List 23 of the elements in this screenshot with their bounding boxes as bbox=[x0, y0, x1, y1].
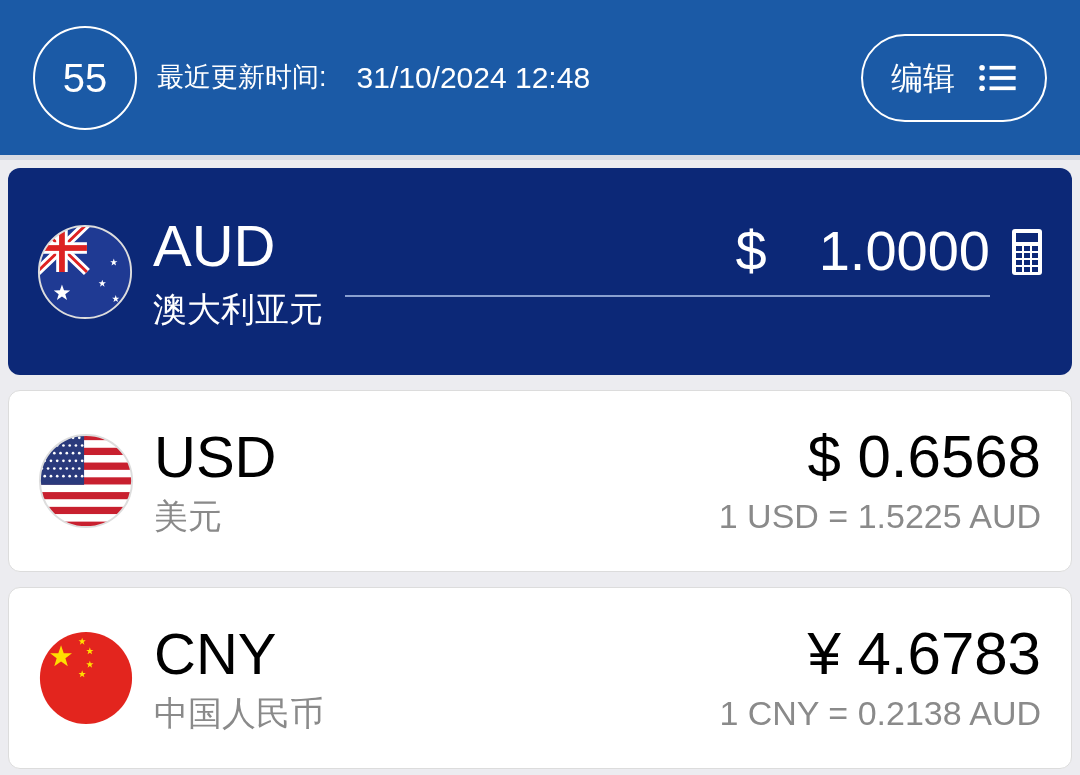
edit-button[interactable]: 编辑 bbox=[861, 33, 1047, 122]
currency-code: CNY bbox=[154, 621, 278, 687]
update-label: 最近更新时间: bbox=[157, 61, 327, 95]
currency-name: 美元 bbox=[154, 496, 223, 537]
currency-card[interactable]: CNY 中国人民币 ¥ 4.6783 1 CNY = 0.2138 AUD bbox=[8, 587, 1072, 769]
calculator-icon[interactable] bbox=[1012, 228, 1042, 275]
currency-code: USD bbox=[154, 424, 277, 490]
currency-card[interactable]: USD 美元 $ 0.6568 1 USD = 1.5225 AUD bbox=[8, 390, 1072, 572]
exchange-rate: 1 USD = 1.5225 AUD bbox=[718, 496, 1041, 537]
countdown-timer: 55 bbox=[33, 25, 137, 130]
amount-field[interactable]: $ 1.0000 bbox=[345, 206, 990, 297]
converted-amount: $ 0.6568 bbox=[807, 424, 1041, 490]
amount-value: 1.0000 bbox=[818, 217, 990, 284]
currency-name: 中国人民币 bbox=[154, 693, 324, 734]
converted-amount: ¥ 4.6783 bbox=[807, 621, 1041, 687]
update-time: 31/10/2024 12:48 bbox=[356, 60, 591, 96]
flag-icon bbox=[38, 630, 134, 726]
list-icon bbox=[977, 63, 1017, 92]
currency-symbol: $ bbox=[735, 217, 767, 284]
exchange-rate: 1 CNY = 0.2138 AUD bbox=[719, 693, 1041, 734]
flag-icon bbox=[38, 433, 134, 529]
currency-name: 澳大利亚元 bbox=[153, 288, 323, 330]
currency-code: AUD bbox=[153, 212, 277, 279]
